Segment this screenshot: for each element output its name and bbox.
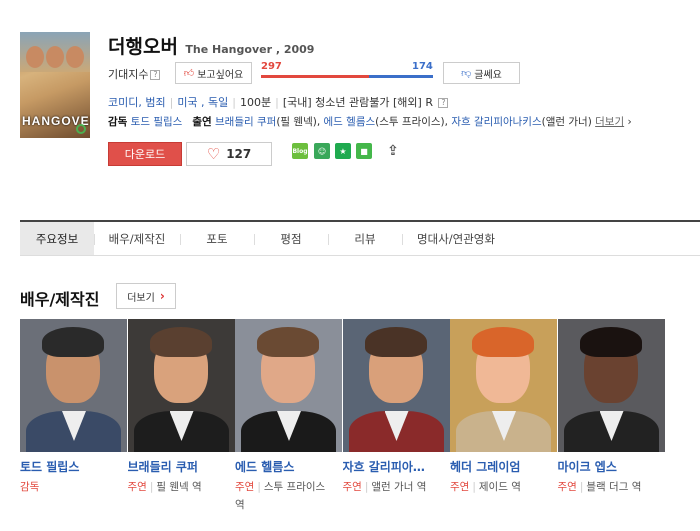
like-count: 127 <box>226 147 252 161</box>
person-card[interactable]: 헤더 그레이엄주연 | 제이드 역 <box>450 319 557 496</box>
zoom-icon[interactable] <box>76 124 86 134</box>
person-role: 주연 | 앨런 가너 역 <box>342 481 427 493</box>
credits-line: 감독 토드 필립스 출연 브래들리 쿠퍼(필 웬넥), 에드 헬름스(스투 프라… <box>108 116 632 128</box>
title-english: The Hangover , 2009 <box>185 43 315 56</box>
detail-tabs: 주요정보 배우/제작진 포토 평점 리뷰 명대사/연관영화 <box>20 220 700 256</box>
help-icon[interactable]: ? <box>150 70 161 80</box>
person-name[interactable]: 자흐 갈리피아… <box>343 458 450 475</box>
tab-photo[interactable]: 포토 <box>180 222 254 255</box>
thumbs-down-icon: 👎︎ <box>461 68 472 79</box>
director-link[interactable]: 토드 필립스 <box>131 116 183 128</box>
movie-poster[interactable]: HANGOVER <box>20 32 90 138</box>
cast-role-1: (필 웬넥) <box>276 116 317 128</box>
bookmark-star-icon[interactable]: ★ <box>335 143 351 159</box>
expectation-label: 기대지수? <box>108 66 161 82</box>
cast-label: 출연 <box>192 116 212 128</box>
person-card[interactable]: 브래들리 쿠퍼주연 | 필 웬넥 역 <box>127 319 235 496</box>
talk-share-icon[interactable]: ☺ <box>314 143 330 159</box>
person-role: 주연 | 필 웬넥 역 <box>127 481 202 493</box>
thumbs-up-icon: 👍︎ <box>183 68 195 79</box>
person-role: 주연 | 스투 프라이스 역 <box>235 481 326 511</box>
age-rating: [국내] 청소년 관람불가 [해외] R <box>282 96 433 109</box>
person-card[interactable]: 토드 필립스감독 <box>20 319 127 496</box>
person-role: 주연 | 제이드 역 <box>450 481 521 493</box>
person-name[interactable]: 브래들리 쿠퍼 <box>128 458 235 475</box>
rating-help-icon[interactable]: ? <box>438 98 449 108</box>
tab-quotes-related[interactable]: 명대사/연관영화 <box>402 222 510 255</box>
country-link[interactable]: 미국 , 독일 <box>177 96 228 109</box>
square-share-icon[interactable]: ■ <box>356 143 372 159</box>
person-role: 감독 <box>20 481 40 493</box>
cast-link-3[interactable]: 자흐 갈리피아나키스 <box>451 116 541 128</box>
person-photo[interactable] <box>557 319 665 452</box>
person-role: 주연 | 블랙 더그 역 <box>557 481 642 493</box>
external-share-icon[interactable]: ⇪ <box>385 143 401 159</box>
movie-title: 더행오버 The Hangover , 2009 <box>108 32 314 59</box>
expectation-bar-fill <box>261 75 370 78</box>
meh-count: 174 <box>412 61 433 72</box>
poster-faces <box>26 46 84 100</box>
person-name[interactable]: 마이크 엡스 <box>558 458 665 475</box>
person-name[interactable]: 토드 필립스 <box>20 458 127 475</box>
tab-cast-crew[interactable]: 배우/제작진 <box>94 222 180 255</box>
person-card[interactable]: 자흐 갈리피아… 주연 | 앨런 가너 역 <box>342 319 450 496</box>
person-card[interactable]: 마이크 엡스주연 | 블랙 더그 역 <box>557 319 665 496</box>
want-to-see-button[interactable]: 👍︎ 보고싶어요 <box>175 62 252 84</box>
cast-link-1[interactable]: 브래들리 쿠퍼 <box>215 116 276 128</box>
tab-main-info[interactable]: 주요정보 <box>20 222 94 255</box>
person-name[interactable]: 헤더 그레이엄 <box>450 458 557 475</box>
tab-review[interactable]: 리뷰 <box>328 222 402 255</box>
like-button[interactable]: ♡ 127 <box>186 142 272 166</box>
person-card[interactable]: 에드 헬름스주연 | 스투 프라이스 역 <box>235 319 342 514</box>
cast-role-3: (앨런 가너) <box>541 116 592 128</box>
blog-share-icon[interactable]: Blog <box>292 143 308 159</box>
runtime: 100분 <box>240 96 272 109</box>
person-photo[interactable] <box>127 319 235 452</box>
person-photo[interactable] <box>20 319 127 452</box>
want-count: 297 <box>261 61 282 72</box>
genre-link[interactable]: 코미디, 범죄 <box>108 96 166 109</box>
expectation-meter: 기대지수? 👍︎ 보고싶어요 297 174 👎︎ 글쎄요 <box>108 61 528 84</box>
chevron-right-icon: › <box>627 116 632 128</box>
section-title: 배우/제작진 <box>20 290 100 309</box>
director-label: 감독 <box>108 116 128 128</box>
cast-role-2: (스투 프라이스) <box>375 116 445 128</box>
not-sure-button[interactable]: 👎︎ 글쎄요 <box>443 62 520 84</box>
expectation-bar <box>261 75 433 78</box>
credits-more-link[interactable]: 더보기 <box>595 116 624 128</box>
section-more-button[interactable]: 더보기 › <box>116 283 176 309</box>
movie-meta: 코미디, 범죄 | 미국 , 독일 | 100분 | [국내] 청소년 관람불가 [해외] … <box>108 94 449 110</box>
heart-icon: ♡ <box>206 144 221 163</box>
title-korean: 더행오버 <box>108 36 178 58</box>
tab-rating[interactable]: 평점 <box>254 222 328 255</box>
cast-link-2[interactable]: 에드 헬름스 <box>324 116 376 128</box>
download-button[interactable]: 다운로드 <box>108 142 182 166</box>
person-photo[interactable] <box>235 319 342 452</box>
person-photo[interactable] <box>342 319 450 452</box>
chevron-right-icon: › <box>159 289 165 303</box>
person-photo[interactable] <box>450 319 557 452</box>
person-name[interactable]: 에드 헬름스 <box>235 458 342 475</box>
